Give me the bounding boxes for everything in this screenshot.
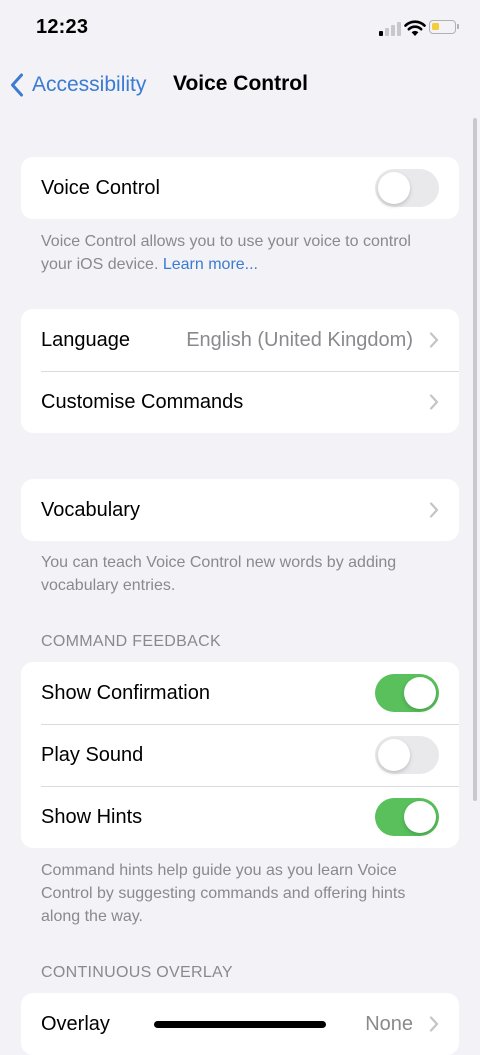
language-group: Language English (United Kingdom) Custom… — [21, 309, 459, 433]
show-hints-row: Show Hints — [21, 786, 459, 848]
vocabulary-label: Vocabulary — [41, 498, 140, 521]
overlay-label: Overlay — [41, 1012, 110, 1035]
voice-control-group: Voice Control — [21, 157, 459, 219]
vocabulary-row[interactable]: Vocabulary — [21, 479, 459, 541]
language-row[interactable]: Language English (United Kingdom) — [21, 309, 459, 371]
navigation-bar: Accessibility Voice Control — [0, 58, 480, 112]
status-time: 12:23 — [36, 16, 89, 38]
back-button[interactable]: Accessibility — [10, 70, 146, 100]
customise-commands-label: Customise Commands — [41, 390, 244, 413]
play-sound-label: Play Sound — [41, 743, 144, 766]
vocabulary-footer: You can teach Voice Control new words by… — [41, 554, 397, 594]
voice-control-label: Voice Control — [41, 176, 160, 199]
command-feedback-group: Show Confirmation Play Sound Show Hints — [21, 662, 459, 848]
show-confirmation-label: Show Confirmation — [41, 681, 210, 704]
play-sound-row: Play Sound — [21, 724, 459, 786]
chevron-left-icon — [11, 73, 23, 97]
command-feedback-header: COMMAND FEEDBACK — [41, 633, 221, 650]
show-confirmation-toggle[interactable] — [375, 674, 439, 712]
language-value: English (United Kingdom) — [186, 328, 413, 351]
learn-more-link[interactable]: Learn more... — [163, 256, 258, 273]
battery-icon — [429, 20, 459, 34]
command-feedback-footer: Command hints help guide you as you lear… — [41, 862, 406, 925]
show-confirmation-row: Show Confirmation — [21, 662, 459, 724]
chevron-right-icon — [429, 502, 439, 518]
show-hints-toggle[interactable] — [375, 798, 439, 836]
page-title: Voice Control — [173, 72, 308, 95]
chevron-right-icon — [429, 1016, 439, 1032]
home-indicator[interactable] — [154, 1021, 326, 1028]
vocabulary-group: Vocabulary — [21, 479, 459, 541]
back-button-label: Accessibility — [32, 73, 147, 96]
chevron-right-icon — [429, 394, 439, 410]
status-bar: 12:23 — [0, 0, 480, 58]
language-label: Language — [41, 328, 130, 351]
cellular-signal-icon — [379, 22, 401, 36]
wifi-icon — [404, 20, 426, 36]
voice-control-footer: Voice Control allows you to use your voi… — [41, 230, 441, 276]
chevron-right-icon — [429, 332, 439, 348]
scrollbar[interactable] — [473, 118, 477, 801]
overlay-value: None — [365, 1012, 413, 1035]
voice-control-toggle[interactable] — [375, 169, 439, 207]
voice-control-row: Voice Control — [21, 157, 459, 219]
continuous-overlay-header: CONTINUOUS OVERLAY — [41, 964, 233, 981]
play-sound-toggle[interactable] — [375, 736, 439, 774]
customise-commands-row[interactable]: Customise Commands — [21, 371, 459, 433]
show-hints-label: Show Hints — [41, 805, 143, 828]
